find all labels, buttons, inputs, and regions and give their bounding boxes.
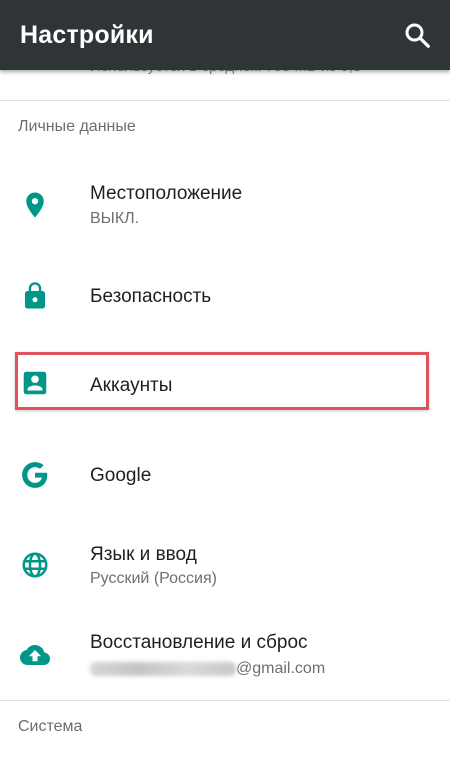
search-icon [405, 23, 430, 48]
google-icon [22, 462, 48, 488]
item-title: Google [90, 465, 152, 486]
item-subtitle: ВЫКЛ. [90, 210, 140, 227]
settings-item-security[interactable]: Безопасность [0, 258, 450, 334]
settings-item-location[interactable]: Местоположение ВЫКЛ. [0, 168, 450, 248]
item-subtitle: Русский (Россия) [90, 570, 217, 587]
highlight-box [15, 352, 429, 410]
divider [0, 700, 450, 701]
settings-item-language[interactable]: Язык и ввод Русский (Россия) [0, 530, 450, 606]
location-pin-icon [26, 192, 44, 218]
item-subtitle-email: @gmail.com [90, 660, 325, 678]
lock-icon [25, 282, 45, 309]
app-bar: Настройки [0, 0, 450, 70]
search-button[interactable] [402, 20, 432, 50]
item-title: Безопасность [90, 286, 212, 307]
item-title: Местоположение [90, 183, 243, 204]
item-title: Восстановление и сброс [90, 632, 308, 653]
globe-icon [22, 552, 48, 578]
divider [0, 100, 450, 101]
section-header-system: Система [18, 718, 83, 735]
section-header-personal: Личные данные [18, 118, 136, 135]
settings-item-google[interactable]: Google [0, 440, 450, 510]
item-title: Язык и ввод [90, 544, 197, 565]
page-title: Настройки [20, 21, 154, 49]
settings-item-backup[interactable]: Восстановление и сброс @gmail.com [0, 620, 450, 698]
blurred-email-username [90, 661, 236, 676]
email-domain: @gmail.com [236, 660, 326, 677]
cloud-upload-icon [20, 645, 50, 665]
